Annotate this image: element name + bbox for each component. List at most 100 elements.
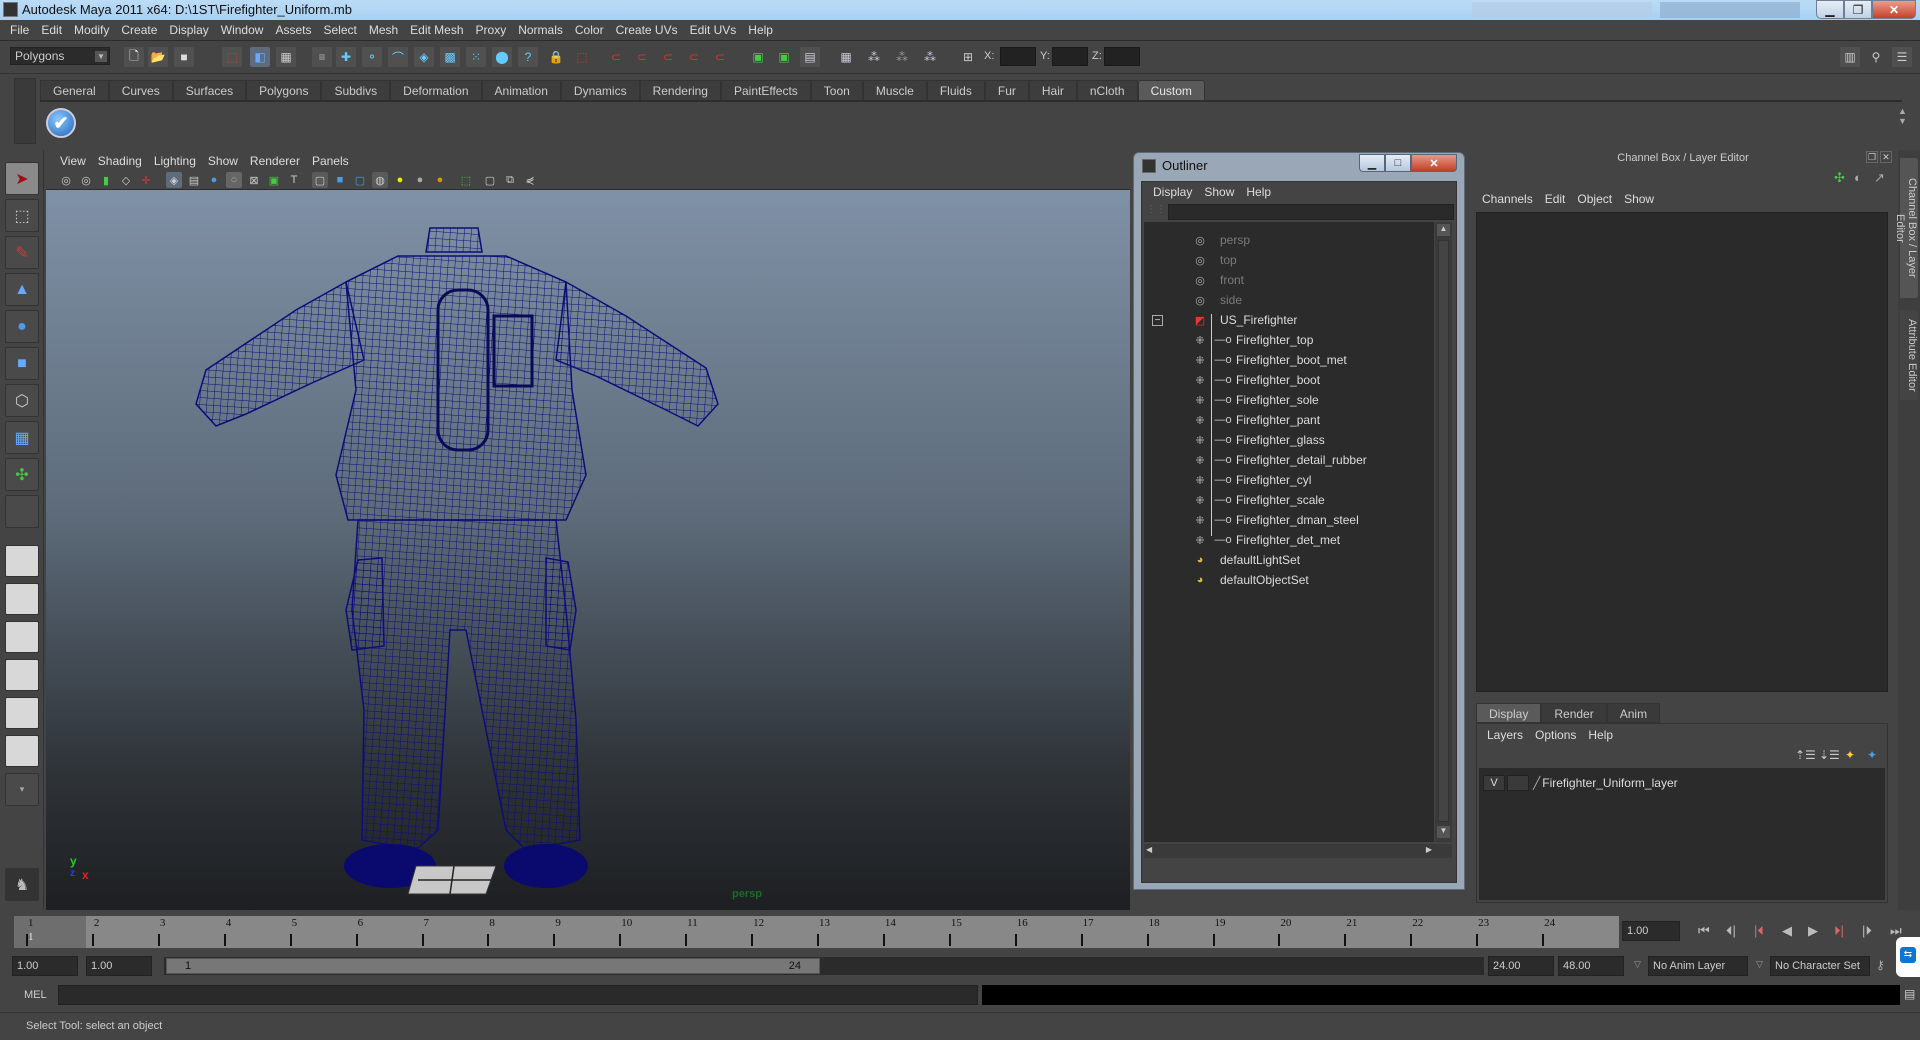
default-lighting-icon[interactable]: ● bbox=[392, 172, 408, 188]
collapse-icon[interactable]: − bbox=[1152, 314, 1163, 326]
textured-icon[interactable]: ◍ bbox=[372, 172, 388, 188]
show-manipulator-icon[interactable]: ✣ bbox=[5, 458, 39, 491]
layer-menu-layers[interactable]: Layers bbox=[1481, 728, 1529, 742]
menu-assets[interactable]: Assets bbox=[269, 23, 317, 37]
outliner-vertical-scrollbar[interactable]: ▲ ▼ bbox=[1435, 222, 1452, 842]
menu-display[interactable]: Display bbox=[163, 23, 214, 37]
step-back-frame-icon[interactable]: |⏴ bbox=[1754, 923, 1764, 939]
toggle-tool-settings-icon[interactable]: ⚲ bbox=[1866, 47, 1886, 67]
outliner-menu-display[interactable]: Display bbox=[1147, 185, 1198, 199]
last-tool-slot[interactable] bbox=[5, 495, 39, 528]
play-forward-icon[interactable]: ▶ bbox=[1808, 923, 1818, 939]
chevron-down-icon[interactable]: ▼ bbox=[1898, 116, 1912, 126]
outliner-item[interactable]: ◕ defaultObjectSet bbox=[1144, 570, 1432, 590]
menu-select[interactable]: Select bbox=[317, 23, 362, 37]
outliner-item[interactable]: ⁜ —o Firefighter_glass bbox=[1144, 430, 1432, 450]
select-surfaces-icon[interactable]: ◈ bbox=[414, 47, 434, 67]
shelf-tab-fur[interactable]: Fur bbox=[984, 80, 1029, 100]
field-chart-icon[interactable]: ⊠ bbox=[246, 172, 262, 188]
new-scene-icon[interactable]: 🗋 bbox=[124, 47, 144, 67]
make-live-icon[interactable]: ⊂ bbox=[710, 47, 730, 67]
menu-help[interactable]: Help bbox=[742, 23, 779, 37]
perspective-viewport[interactable]: y z x persp bbox=[46, 190, 1130, 910]
image-plane-icon[interactable]: ◇ bbox=[118, 172, 134, 188]
y-input[interactable] bbox=[1052, 47, 1088, 66]
smooth-shade-icon[interactable]: ■ bbox=[332, 172, 348, 188]
shelf-tab-hair[interactable]: Hair bbox=[1028, 80, 1077, 100]
outliner-item[interactable]: ⁜ —o Firefighter_detail_rubber bbox=[1144, 450, 1432, 470]
move-layer-down-icon[interactable]: ⇣☰ bbox=[1819, 748, 1840, 762]
auto-key-icon[interactable]: ⚷ bbox=[1876, 958, 1885, 972]
isolate-select-icon[interactable]: ⬚ bbox=[458, 172, 474, 188]
script-language-toggle[interactable]: MEL bbox=[24, 989, 47, 1001]
menu-proxy[interactable]: Proxy bbox=[470, 23, 513, 37]
minimize-button[interactable]: ▁ bbox=[1816, 0, 1844, 19]
snap-to-points-icon[interactable]: ⊂ bbox=[658, 47, 678, 67]
shelf-tab-rendering[interactable]: Rendering bbox=[639, 80, 721, 100]
channel-menu-edit[interactable]: Edit bbox=[1539, 192, 1572, 206]
shelf-scroll-arrows[interactable]: ▲ ▼ bbox=[1898, 106, 1912, 146]
grid-icon[interactable]: ◈ bbox=[166, 172, 182, 188]
more-layouts-icon[interactable]: ▾ bbox=[5, 773, 39, 806]
menu-create-uvs[interactable]: Create UVs bbox=[610, 23, 684, 37]
lasso-tool-icon[interactable]: ⬚ bbox=[5, 199, 39, 232]
bookmark-icon[interactable]: ▮ bbox=[98, 172, 114, 188]
outliner-item[interactable]: ◎ front bbox=[1144, 270, 1432, 290]
side-tab-channel-box[interactable]: Channel Box / Layer Editor bbox=[1894, 158, 1918, 298]
outliner-item[interactable]: ◎ top bbox=[1144, 250, 1432, 270]
shading-icon[interactable]: ◐ bbox=[1854, 170, 1862, 185]
teamviewer-widget[interactable]: ⇆ bbox=[1896, 937, 1920, 977]
shelf-tab-curves[interactable]: Curves bbox=[108, 80, 173, 100]
safe-title-icon[interactable]: T bbox=[286, 172, 302, 188]
outliner-close-button[interactable]: ✕ bbox=[1411, 154, 1457, 172]
outliner-menu-help[interactable]: Help bbox=[1240, 185, 1277, 199]
menu-create[interactable]: Create bbox=[115, 23, 163, 37]
menu-set-selector[interactable]: Polygons ▼ bbox=[10, 47, 110, 65]
shelf-tab-custom[interactable]: Custom bbox=[1137, 80, 1205, 100]
output-connections-icon[interactable]: ▣ bbox=[774, 47, 794, 67]
outliner-item[interactable]: ◎ persp bbox=[1144, 230, 1432, 250]
shelf-tab-subdivs[interactable]: Subdivs bbox=[321, 80, 391, 100]
shadows-icon[interactable]: ● bbox=[432, 172, 448, 188]
shelf-tab-surfaces[interactable]: Surfaces bbox=[172, 80, 247, 100]
universal-manipulator-icon[interactable]: ⬡ bbox=[5, 384, 39, 417]
graph-hypergraph-layout-icon[interactable] bbox=[5, 735, 39, 767]
restore-button[interactable]: ❐ bbox=[1844, 0, 1872, 19]
outliner-item[interactable]: ⁜ —o Firefighter_cyl bbox=[1144, 470, 1432, 490]
channel-menu-object[interactable]: Object bbox=[1571, 192, 1618, 206]
script-editor-icon[interactable]: ▤ bbox=[1904, 987, 1915, 1001]
outliner-item[interactable]: ◎ side bbox=[1144, 290, 1432, 310]
time-slider-track[interactable]: 1 1 2 3 4 5 6 7 8 9 10 11 12 13 14 15 16 17 18 19 20 21 22 23 2… bbox=[14, 916, 1619, 948]
menu-color[interactable]: Color bbox=[569, 23, 610, 37]
outliner-item[interactable]: ⁜ —o Firefighter_det_met bbox=[1144, 530, 1432, 550]
layer-row[interactable]: V ╱ Firefighter_Uniform_layer bbox=[1483, 774, 1881, 792]
menu-modify[interactable]: Modify bbox=[68, 23, 115, 37]
manipulator-icon[interactable]: ✣ bbox=[1834, 170, 1845, 186]
shelf-tab-animation[interactable]: Animation bbox=[481, 80, 561, 100]
step-forward-key-icon[interactable]: |⏵ bbox=[1862, 923, 1872, 939]
save-scene-icon[interactable]: ■ bbox=[174, 47, 194, 67]
shelf-tab-general[interactable]: General bbox=[40, 80, 109, 100]
select-curves-icon[interactable]: ⌒ bbox=[388, 47, 408, 67]
menu-mesh[interactable]: Mesh bbox=[363, 23, 404, 37]
step-back-key-icon[interactable]: ⏴| bbox=[1726, 923, 1736, 939]
animation-start-field[interactable]: 1.00 bbox=[12, 956, 78, 976]
all-lights-icon[interactable]: ● bbox=[412, 172, 428, 188]
outliner-item[interactable]: ⁜ —o Firefighter_dman_steel bbox=[1144, 510, 1432, 530]
channel-menu-show[interactable]: Show bbox=[1618, 192, 1660, 206]
outliner-item[interactable]: ⁜ —o Firefighter_scale bbox=[1144, 490, 1432, 510]
outliner-item[interactable]: ⁜ —o Firefighter_boot_met bbox=[1144, 350, 1432, 370]
input-box-mode-icon[interactable]: ⊞ bbox=[958, 47, 978, 67]
range-slider-thumb[interactable]: 1 24 bbox=[166, 958, 820, 974]
move-layer-up-icon[interactable]: ⇡☰ bbox=[1795, 748, 1816, 762]
layer-tab-anim[interactable]: Anim bbox=[1606, 703, 1661, 723]
toggle-attribute-editor-icon[interactable]: ▥ bbox=[1840, 47, 1860, 67]
gate-mask-icon[interactable]: ○ bbox=[226, 172, 242, 188]
construction-history-icon[interactable]: ▤ bbox=[800, 47, 820, 67]
outliner-filter-input[interactable] bbox=[1168, 204, 1454, 220]
share-icon[interactable]: ⋞ bbox=[522, 172, 538, 188]
chevron-down-icon[interactable]: ▽ bbox=[1756, 959, 1763, 970]
render-current-frame-icon[interactable]: ⁂ bbox=[864, 47, 884, 67]
channel-menu-channels[interactable]: Channels bbox=[1476, 192, 1539, 206]
viewport-menu-lighting[interactable]: Lighting bbox=[148, 154, 202, 168]
